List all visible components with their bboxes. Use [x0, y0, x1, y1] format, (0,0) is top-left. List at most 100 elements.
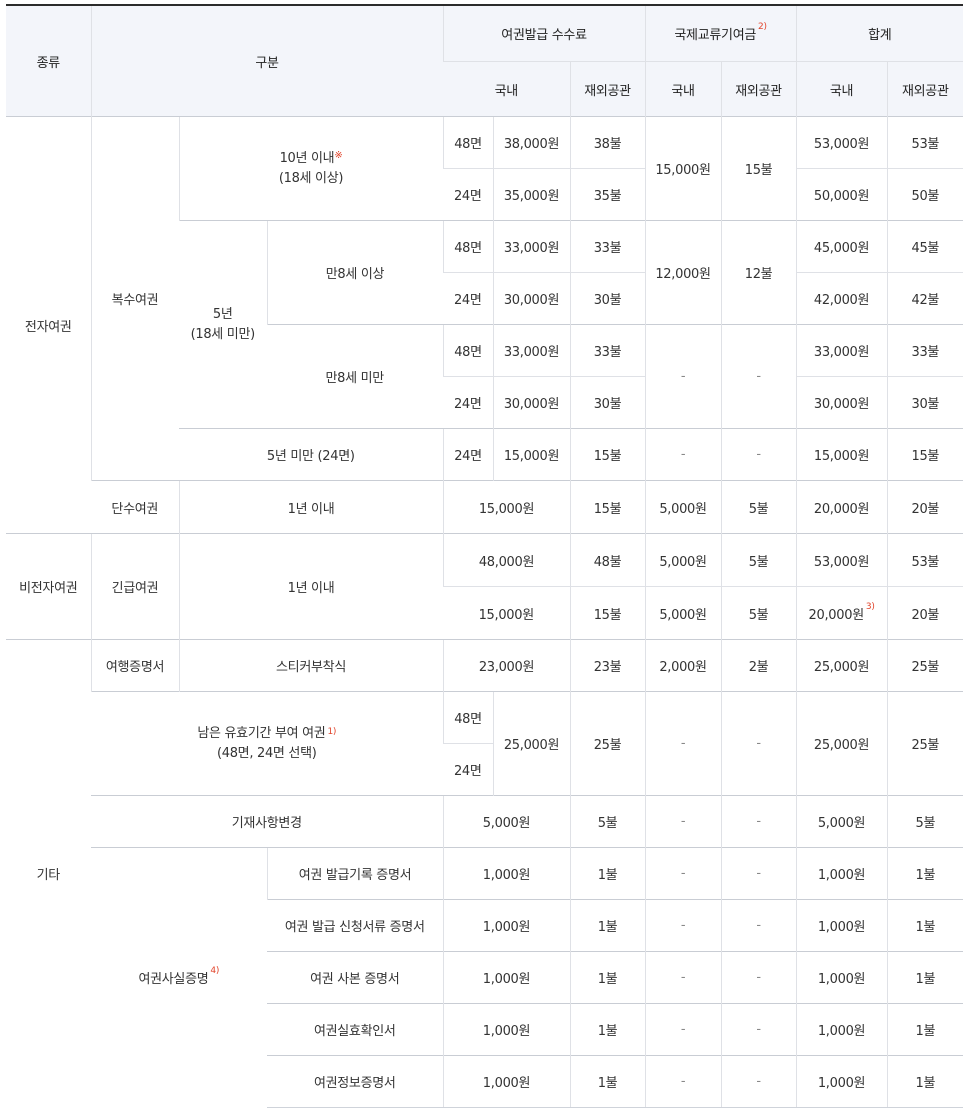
table-row: 여권사실증명4) 여권 발급기록 증명서 1,000원 1불 - - 1,000…	[6, 847, 964, 1108]
fund-domestic: -	[644, 847, 722, 900]
total-overseas: 53불	[886, 116, 964, 169]
footnote-1: 1)	[327, 726, 337, 737]
fee-overseas: 33불	[569, 324, 646, 377]
fee-domestic: 30,000원	[492, 376, 570, 429]
fund-overseas: -	[720, 1003, 797, 1056]
total-domestic: 33,000원	[795, 324, 888, 377]
section-other: 기타	[6, 639, 91, 1108]
total-domestic: 1,000원	[795, 1055, 888, 1108]
total-overseas: 1불	[886, 1003, 964, 1056]
header-category: 구분	[90, 4, 443, 117]
fund-overseas: -	[720, 324, 797, 429]
fee-overseas: 1불	[569, 899, 646, 952]
fund-domestic: 5,000원	[644, 586, 722, 640]
total-domestic: 1,000원	[795, 899, 888, 952]
within-1-year-label: 1년 이내	[178, 533, 443, 640]
fee-domestic: 1,000원	[442, 951, 570, 1004]
pages-48: 48면	[442, 220, 493, 273]
fund-domestic: -	[644, 1055, 722, 1108]
total-domestic: 1,000원	[795, 951, 888, 1004]
total-overseas: 20불	[886, 586, 964, 640]
fund-domestic: -	[644, 324, 722, 429]
cert-passport-info: 여권정보증명서	[267, 1055, 443, 1108]
header-issue-fee: 여권발급 수수료	[442, 4, 646, 62]
table-row: 단수여권 1년 이내 15,000원 15불 5,000원 5불 20,000원…	[6, 480, 964, 534]
fund-overseas: 5불	[720, 586, 797, 640]
total-domestic: 53,000원	[795, 533, 888, 587]
fee-overseas: 30불	[569, 376, 646, 429]
passport-fee-table: 종류 구분 여권발급 수수료 국제교류기여금2) 합계 국내 재외공관 국내 재…	[6, 4, 964, 1108]
fee-domestic: 25,000원	[492, 691, 570, 796]
total-domestic: 25,000원	[795, 639, 888, 692]
total-overseas: 1불	[886, 1055, 964, 1108]
fund-domestic: -	[644, 899, 722, 952]
fee-overseas: 33불	[569, 220, 646, 273]
total-domestic: 42,000원	[795, 272, 888, 325]
fee-overseas: 1불	[569, 1003, 646, 1056]
asterisk-mark: ※	[334, 149, 343, 161]
total-overseas: 30불	[886, 376, 964, 429]
total-domestic: 45,000원	[795, 220, 888, 273]
fund-domestic: -	[644, 951, 722, 1004]
fee-domestic: 15,000원	[492, 428, 570, 481]
pages-24: 24면	[443, 743, 493, 796]
travel-certificate: 여행증명서	[90, 639, 179, 692]
total-domestic: 20,000원	[795, 480, 888, 534]
total-overseas: 1불	[886, 951, 964, 1004]
within-1-year-label: 1년 이내	[178, 480, 443, 534]
remaining-validity-label: 남은 유효기간 부여 여권 1) (48면, 24면 선택)	[91, 691, 443, 796]
fund-domestic: 2,000원	[644, 639, 722, 692]
emergency-passport: 긴급여권	[90, 533, 179, 640]
pages-24: 24면	[443, 376, 493, 429]
fund-overseas: -	[720, 847, 797, 900]
fee-overseas: 25불	[569, 691, 646, 796]
total-domestic: 15,000원	[795, 428, 888, 481]
total-domestic: 1,000원	[795, 847, 888, 900]
header-intl-fund: 국제교류기여금2)	[644, 4, 797, 62]
fee-domestic: 15,000원	[442, 480, 570, 534]
total-overseas: 20불	[886, 480, 964, 534]
fund-overseas: -	[720, 428, 797, 481]
fee-overseas: 30불	[569, 272, 646, 325]
table-row: 남은 유효기간 부여 여권 1) (48면, 24면 선택) 48면 25,000…	[6, 691, 964, 796]
fee-domestic: 23,000원	[442, 639, 570, 692]
pages-24: 24면	[443, 272, 493, 325]
fee-domestic: 1,000원	[442, 1003, 570, 1056]
fund-overseas: 12불	[720, 220, 797, 325]
table-row: 비전자여권 긴급여권 1년 이내 48,000원 48불 5,000원 5불 5…	[6, 533, 964, 640]
total-overseas: 53불	[886, 533, 964, 587]
cert-issue-record: 여권 발급기록 증명서	[266, 847, 443, 900]
header-total: 합계	[795, 4, 964, 62]
table-row: 전자여권 복수여권 10년 이내※ (18세 이상) 48면 38,000원 3…	[6, 116, 964, 534]
over-8-label: 만8세 이상	[266, 220, 443, 325]
fund-domestic: 15,000원	[644, 116, 722, 221]
total-overseas: 5불	[886, 795, 964, 848]
header-fee-domestic: 국내	[443, 61, 570, 117]
fee-overseas: 38불	[569, 116, 646, 169]
fact-certificate-label: 여권사실증명4)	[91, 847, 267, 1108]
sticker-label: 스티커부착식	[178, 639, 443, 692]
total-domestic: 50,000원	[795, 168, 888, 221]
fee-domestic: 15,000원	[443, 586, 570, 640]
total-domestic: 53,000원	[795, 116, 888, 169]
fund-overseas: -	[720, 951, 797, 1004]
total-domestic: 5,000원	[795, 795, 888, 848]
fund-overseas: 15불	[720, 116, 797, 221]
pages-24: 24면	[442, 428, 493, 481]
under-8-label: 만8세 미만	[267, 324, 443, 429]
fee-domestic: 5,000원	[442, 795, 570, 848]
fund-overseas: -	[720, 899, 797, 952]
fee-domestic: 1,000원	[442, 1055, 570, 1108]
total-overseas: 15불	[886, 428, 964, 481]
cert-application-docs: 여권 발급 신청서류 증명서	[267, 899, 443, 952]
footnote-2: 2)	[758, 22, 767, 32]
total-domestic: 25,000원	[795, 691, 888, 796]
fee-domestic: 33,000원	[492, 324, 570, 377]
fund-overseas: 2불	[720, 639, 797, 692]
header-type: 종류	[6, 4, 91, 117]
total-domestic: 30,000원	[795, 376, 888, 429]
section-non-epassport: 비전자여권	[6, 533, 91, 640]
total-overseas: 1불	[886, 899, 964, 952]
fee-domestic: 33,000원	[492, 220, 570, 273]
five-years-label: 5년 (18세 미만)	[179, 220, 267, 429]
